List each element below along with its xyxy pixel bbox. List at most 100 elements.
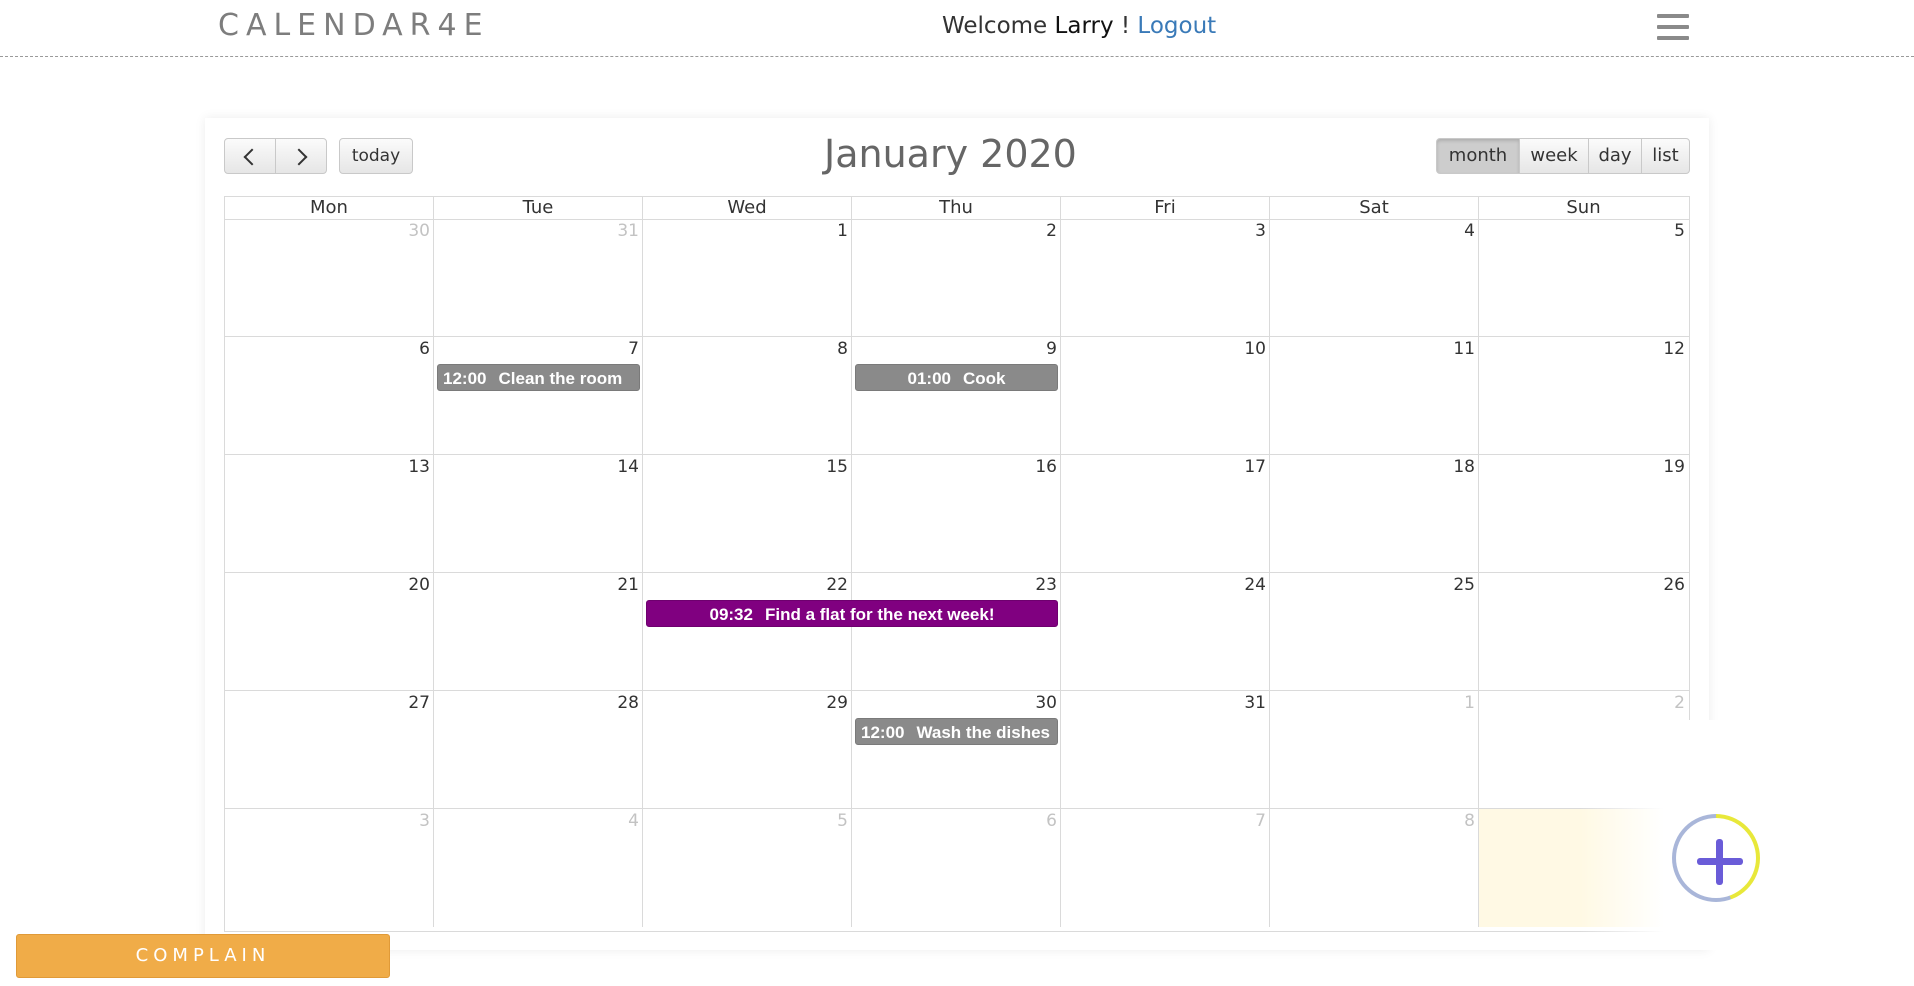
calendar-event[interactable]: 12:00 Wash the dishes xyxy=(855,718,1058,745)
app-logo[interactable]: CALENDAR4E xyxy=(218,8,490,43)
calendar-event[interactable]: 09:32 Find a flat for the next week! xyxy=(646,600,1058,627)
day-cell[interactable]: 31 xyxy=(434,219,643,336)
day-number[interactable]: 18 xyxy=(1453,457,1475,477)
day-cell[interactable]: 1 xyxy=(643,219,852,336)
day-cell[interactable]: 29 xyxy=(643,691,852,808)
day-cell[interactable]: 8 xyxy=(1270,809,1479,927)
day-cell[interactable]: 5 xyxy=(643,809,852,927)
day-cell[interactable]: 3 xyxy=(225,809,434,927)
day-number[interactable]: 29 xyxy=(826,693,848,713)
day-cell[interactable]: 14 xyxy=(434,455,643,572)
day-number[interactable]: 7 xyxy=(1255,811,1266,831)
dow-sun: Sun xyxy=(1566,197,1601,218)
day-number[interactable]: 3 xyxy=(419,811,430,831)
day-number[interactable]: 26 xyxy=(1663,575,1685,595)
day-number[interactable]: 28 xyxy=(617,693,639,713)
view-week-button[interactable]: week xyxy=(1519,138,1589,174)
complain-button[interactable]: COMPLAIN xyxy=(16,934,390,978)
view-month-button[interactable]: month xyxy=(1436,138,1520,174)
day-cell[interactable]: 31 xyxy=(1061,691,1270,808)
day-cell[interactable]: 5 xyxy=(1479,219,1688,336)
day-cell[interactable]: 10 xyxy=(1061,337,1270,454)
day-number[interactable]: 16 xyxy=(1035,457,1057,477)
day-cell[interactable]: 2 xyxy=(852,219,1061,336)
day-number[interactable]: 6 xyxy=(419,339,430,359)
day-cell[interactable]: 17 xyxy=(1061,455,1270,572)
day-cell[interactable]: 4 xyxy=(434,809,643,927)
day-cell[interactable]: 19 xyxy=(1479,455,1688,572)
day-number[interactable]: 30 xyxy=(1035,693,1057,713)
day-number[interactable]: 4 xyxy=(1464,221,1475,241)
day-cell[interactable]: 4 xyxy=(1270,219,1479,336)
day-cell[interactable]: 8 xyxy=(643,337,852,454)
today-button[interactable]: today xyxy=(339,138,413,174)
day-cell[interactable]: 24 xyxy=(1061,573,1270,690)
day-number[interactable]: 3 xyxy=(1255,221,1266,241)
day-number[interactable]: 9 xyxy=(1046,339,1057,359)
day-cell[interactable]: 30 xyxy=(225,219,434,336)
day-number[interactable]: 19 xyxy=(1663,457,1685,477)
day-number[interactable]: 17 xyxy=(1244,457,1266,477)
day-number[interactable]: 5 xyxy=(1674,221,1685,241)
day-number[interactable]: 24 xyxy=(1244,575,1266,595)
day-cell[interactable]: 12 xyxy=(1479,337,1688,454)
day-cell[interactable]: 16 xyxy=(852,455,1061,572)
day-number[interactable]: 8 xyxy=(837,339,848,359)
day-number[interactable]: 14 xyxy=(617,457,639,477)
day-cell[interactable]: 9 xyxy=(852,337,1061,454)
calendar-event[interactable]: 12:00 Clean the room xyxy=(437,364,640,391)
day-cell[interactable]: 21 xyxy=(434,573,643,690)
day-number[interactable]: 6 xyxy=(1046,811,1057,831)
day-cell[interactable]: 13 xyxy=(225,455,434,572)
day-cell[interactable]: 1 xyxy=(1270,691,1479,808)
day-cell[interactable]: 6 xyxy=(225,337,434,454)
day-number[interactable]: 10 xyxy=(1244,339,1266,359)
day-number[interactable]: 13 xyxy=(408,457,430,477)
prev-button[interactable] xyxy=(224,138,276,174)
day-cell[interactable]: 27 xyxy=(225,691,434,808)
day-cell[interactable]: 11 xyxy=(1270,337,1479,454)
day-number[interactable]: 15 xyxy=(826,457,848,477)
day-cell[interactable]: 20 xyxy=(225,573,434,690)
logout-link[interactable]: Logout xyxy=(1137,13,1216,39)
day-number[interactable]: 8 xyxy=(1464,811,1475,831)
week-row: 3456789 xyxy=(225,809,1689,928)
hamburger-icon[interactable] xyxy=(1657,14,1689,40)
day-cell[interactable]: 7 xyxy=(1061,809,1270,927)
day-cell[interactable]: 7 xyxy=(434,337,643,454)
day-number[interactable]: 31 xyxy=(617,221,639,241)
day-number[interactable]: 22 xyxy=(826,575,848,595)
calendar-event[interactable]: 01:00 Cook xyxy=(855,364,1058,391)
day-cell[interactable]: 15 xyxy=(643,455,852,572)
day-number[interactable]: 12 xyxy=(1663,339,1685,359)
day-number[interactable]: 1 xyxy=(837,221,848,241)
event-time: 12:00 xyxy=(443,369,487,388)
day-number[interactable]: 2 xyxy=(1046,221,1057,241)
day-cell[interactable]: 23 xyxy=(852,573,1061,690)
add-event-button[interactable] xyxy=(1672,814,1760,902)
day-number[interactable]: 7 xyxy=(628,339,639,359)
day-number[interactable]: 30 xyxy=(408,221,430,241)
day-number[interactable]: 4 xyxy=(628,811,639,831)
day-number[interactable]: 21 xyxy=(617,575,639,595)
day-number[interactable]: 31 xyxy=(1244,693,1266,713)
day-cell[interactable]: 6 xyxy=(852,809,1061,927)
day-cell[interactable]: 3 xyxy=(1061,219,1270,336)
next-button[interactable] xyxy=(275,138,327,174)
day-cell[interactable]: 26 xyxy=(1479,573,1688,690)
view-day-button[interactable]: day xyxy=(1588,138,1642,174)
day-cell[interactable]: 22 xyxy=(643,573,852,690)
day-number[interactable]: 5 xyxy=(837,811,848,831)
day-cell[interactable]: 28 xyxy=(434,691,643,808)
day-number[interactable]: 23 xyxy=(1035,575,1057,595)
day-cell[interactable]: 25 xyxy=(1270,573,1479,690)
day-number[interactable]: 27 xyxy=(408,693,430,713)
day-number[interactable]: 25 xyxy=(1453,575,1475,595)
day-number[interactable]: 11 xyxy=(1453,339,1475,359)
view-list-button[interactable]: list xyxy=(1641,138,1690,174)
day-cell[interactable]: 30 xyxy=(852,691,1061,808)
day-number[interactable]: 20 xyxy=(408,575,430,595)
day-cell[interactable]: 18 xyxy=(1270,455,1479,572)
day-number[interactable]: 1 xyxy=(1464,693,1475,713)
day-number[interactable]: 2 xyxy=(1674,693,1685,713)
